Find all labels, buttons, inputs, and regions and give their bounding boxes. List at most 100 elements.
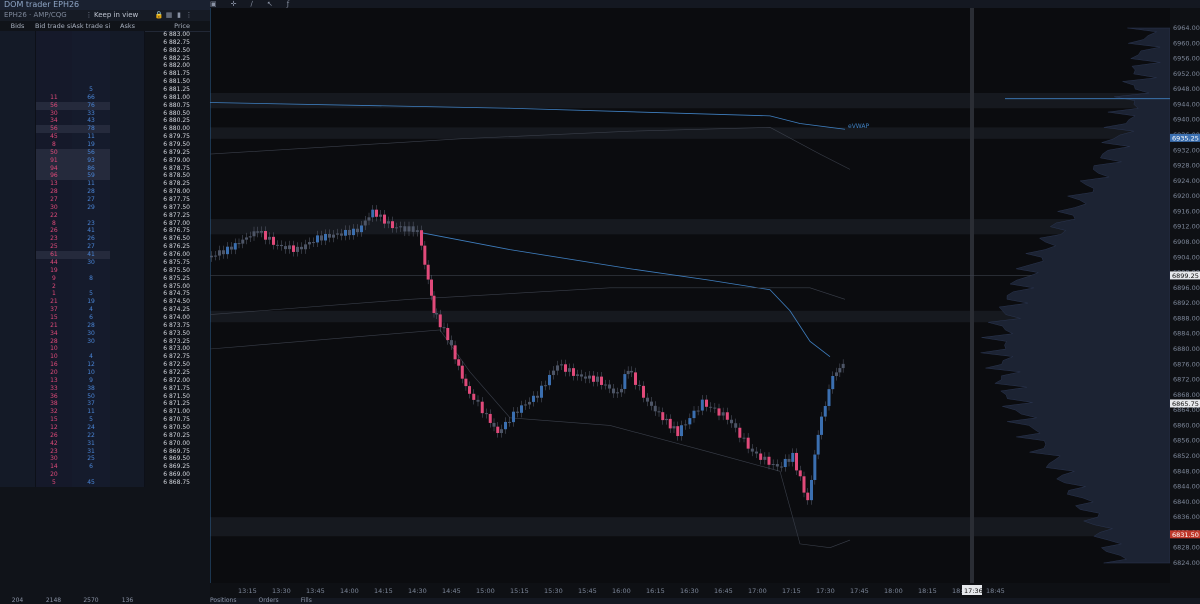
- bid-cell[interactable]: [0, 117, 36, 126]
- bid-trade-cell[interactable]: [35, 86, 73, 94]
- candle[interactable]: [548, 374, 551, 386]
- indicator-icon[interactable]: ƒ: [287, 0, 289, 8]
- ask-trade-cell[interactable]: [72, 38, 110, 47]
- candle[interactable]: [476, 399, 480, 402]
- dom-row[interactable]: 28 30 6 873.25: [0, 337, 210, 346]
- bid-cell[interactable]: [0, 219, 36, 228]
- bid-trade-cell[interactable]: 28: [35, 337, 73, 346]
- ask-trade-cell[interactable]: [72, 282, 110, 291]
- header-bids[interactable]: Bids: [0, 21, 35, 31]
- candle[interactable]: [717, 408, 721, 416]
- candle[interactable]: [759, 453, 763, 460]
- bid-trade-cell[interactable]: 14: [35, 463, 73, 472]
- ask-trade-cell[interactable]: 45: [72, 478, 110, 487]
- candle[interactable]: [363, 220, 367, 226]
- bar-icon[interactable]: ▮: [174, 10, 184, 21]
- bid-cell[interactable]: [0, 156, 36, 165]
- bid-trade-cell[interactable]: 13: [35, 376, 73, 385]
- price-cell[interactable]: 6 878.50: [145, 172, 210, 180]
- candle[interactable]: [838, 368, 842, 373]
- dom-row[interactable]: 25 27 6 876.25: [0, 243, 210, 252]
- candle[interactable]: [504, 421, 507, 430]
- bid-cell[interactable]: [0, 235, 36, 244]
- candle[interactable]: [300, 246, 303, 250]
- ask-trade-cell[interactable]: 26: [72, 235, 110, 244]
- bid-trade-cell[interactable]: 34: [35, 117, 73, 126]
- ask-cell[interactable]: [109, 117, 146, 126]
- candle[interactable]: [626, 370, 630, 375]
- candle[interactable]: [568, 368, 571, 372]
- ask-cell[interactable]: [109, 31, 146, 39]
- candle[interactable]: [512, 411, 515, 423]
- price-cell[interactable]: 6 881.75: [145, 70, 210, 78]
- ask-trade-cell[interactable]: 93: [72, 156, 110, 165]
- price-cell[interactable]: 6 870.75: [145, 416, 210, 424]
- bid-cell[interactable]: [0, 258, 36, 267]
- candle[interactable]: [646, 397, 649, 402]
- price-cell[interactable]: 6 882.00: [145, 62, 210, 70]
- bid-cell[interactable]: [0, 408, 36, 417]
- bid-trade-cell[interactable]: 15: [35, 416, 73, 424]
- ask-trade-cell[interactable]: 22: [72, 431, 110, 440]
- bid-trade-cell[interactable]: 91: [35, 156, 73, 165]
- candle[interactable]: [638, 384, 641, 386]
- candle[interactable]: [379, 214, 382, 217]
- candle[interactable]: [580, 374, 583, 377]
- bid-trade-cell[interactable]: 12: [35, 423, 73, 432]
- ask-cell[interactable]: [109, 361, 146, 369]
- ask-trade-cell[interactable]: 8: [72, 274, 110, 283]
- candle[interactable]: [352, 228, 355, 236]
- bid-trade-cell[interactable]: 42: [35, 439, 73, 448]
- price-cell[interactable]: 6 873.00: [145, 345, 210, 353]
- ask-trade-cell[interactable]: 30: [72, 337, 110, 346]
- bid-trade-cell[interactable]: 30: [35, 455, 73, 464]
- bid-trade-cell[interactable]: 96: [35, 172, 73, 181]
- bid-trade-cell[interactable]: 34: [35, 329, 73, 338]
- candle[interactable]: [713, 407, 717, 409]
- bid-cell[interactable]: [0, 384, 36, 393]
- bid-trade-cell[interactable]: 27: [35, 196, 73, 204]
- candle[interactable]: [230, 246, 233, 250]
- dom-row[interactable]: 10 4 6 872.75: [0, 353, 210, 362]
- price-cell[interactable]: 6 871.75: [145, 385, 210, 393]
- candle[interactable]: [665, 418, 668, 421]
- ask-trade-cell[interactable]: 30: [72, 329, 110, 338]
- candle[interactable]: [435, 313, 438, 315]
- bid-trade-cell[interactable]: [35, 31, 73, 39]
- candle[interactable]: [771, 464, 775, 466]
- ask-trade-cell[interactable]: 19: [72, 141, 110, 149]
- candle[interactable]: [383, 214, 386, 224]
- bid-trade-cell[interactable]: [35, 38, 73, 47]
- ask-trade-cell[interactable]: 29: [72, 203, 110, 212]
- candle[interactable]: [634, 372, 637, 385]
- ask-trade-cell[interactable]: [72, 471, 110, 479]
- price-cell[interactable]: 6 878.75: [145, 165, 210, 173]
- lock-icon[interactable]: 🔒: [154, 10, 164, 21]
- bid-cell[interactable]: [0, 478, 36, 487]
- candle[interactable]: [763, 456, 767, 460]
- price-cell[interactable]: 6 880.75: [145, 102, 210, 110]
- ask-trade-cell[interactable]: 38: [72, 384, 110, 393]
- candle[interactable]: [616, 392, 619, 394]
- price-cell[interactable]: 6 875.75: [145, 259, 210, 267]
- candle[interactable]: [430, 279, 433, 296]
- candle[interactable]: [403, 226, 407, 232]
- price-cell[interactable]: 6 879.00: [145, 157, 210, 165]
- candle[interactable]: [630, 370, 633, 373]
- ask-cell[interactable]: [109, 148, 146, 157]
- price-cell[interactable]: 6 877.25: [145, 212, 210, 220]
- dom-row[interactable]: 21 19 6 874.50: [0, 298, 210, 307]
- bid-cell[interactable]: [0, 164, 36, 173]
- candle[interactable]: [442, 327, 446, 329]
- candle[interactable]: [276, 244, 279, 246]
- candle[interactable]: [620, 388, 623, 393]
- candle[interactable]: [312, 242, 315, 244]
- candle[interactable]: [746, 437, 750, 449]
- candle[interactable]: [798, 470, 802, 477]
- bid-cell[interactable]: [0, 180, 36, 189]
- candle[interactable]: [391, 221, 394, 229]
- ask-trade-cell[interactable]: 27: [72, 243, 110, 252]
- candle[interactable]: [320, 235, 323, 241]
- ask-trade-cell[interactable]: 28: [72, 188, 110, 197]
- header-asks[interactable]: Asks: [110, 21, 145, 31]
